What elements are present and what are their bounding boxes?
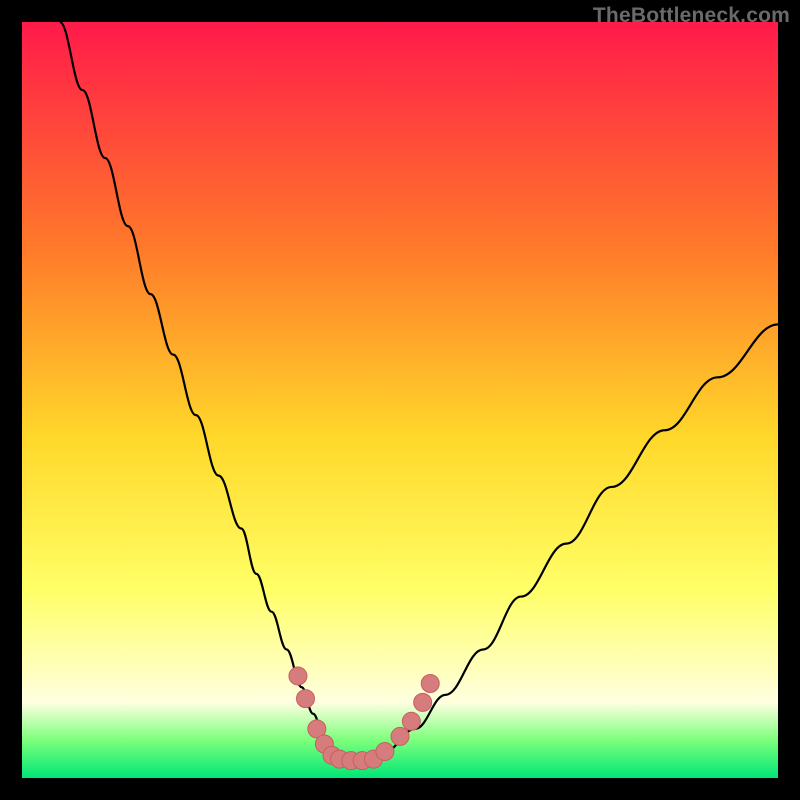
marker-dot [421, 675, 439, 693]
marker-dot [289, 667, 307, 685]
marker-dot [402, 712, 420, 730]
bottleneck-plot [22, 22, 778, 778]
marker-dot [297, 690, 315, 708]
chart-frame [22, 22, 778, 778]
watermark-text: TheBottleneck.com [593, 4, 790, 28]
marker-dot [414, 693, 432, 711]
marker-dot [391, 727, 409, 745]
gradient-background [22, 22, 778, 778]
marker-dot [376, 743, 394, 761]
